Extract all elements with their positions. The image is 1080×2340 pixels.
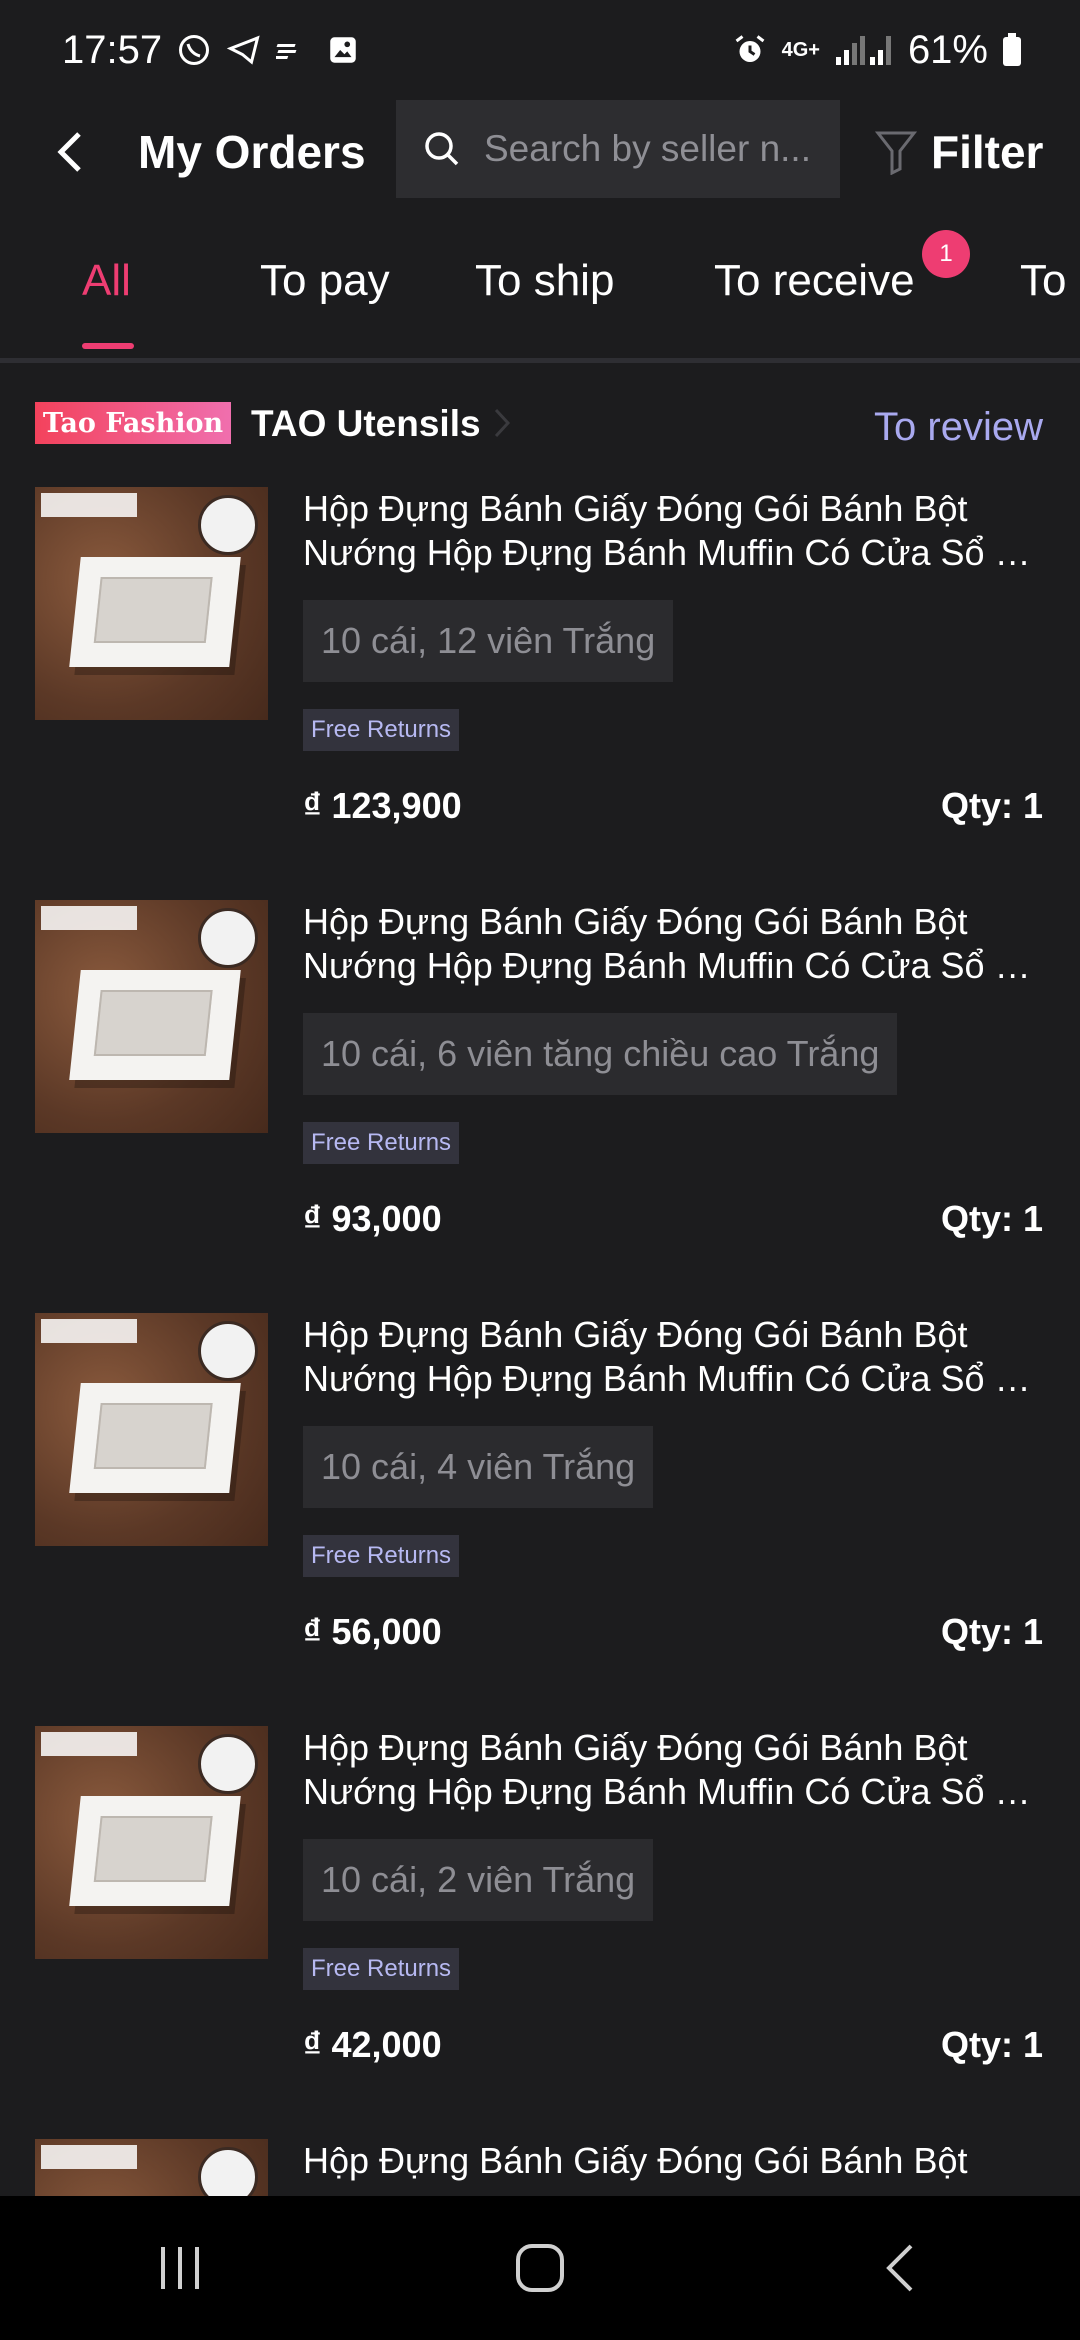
tab-to-review[interactable]: To bbox=[1020, 256, 1066, 306]
back-icon bbox=[886, 2244, 913, 2292]
tab-to-ship[interactable]: To ship bbox=[475, 256, 614, 306]
product-image[interactable] bbox=[35, 487, 268, 720]
battery-level: 61% bbox=[907, 27, 988, 72]
alarm-icon bbox=[732, 32, 768, 68]
shop-header: Tao Fashion TAO Utensils To review bbox=[0, 395, 1080, 455]
variant-label: 10 cái, 2 viên Trắng bbox=[303, 1839, 654, 1921]
variant-label: 10 cái, 4 viên Trắng bbox=[303, 1426, 654, 1508]
variant-label: 10 cái, 12 viên Trắng bbox=[303, 600, 674, 682]
free-returns-badge: Free Returns bbox=[303, 1122, 460, 1164]
gallery-icon bbox=[326, 33, 360, 67]
shop-name[interactable]: TAO Utensils bbox=[251, 403, 481, 445]
back-button[interactable] bbox=[0, 100, 140, 204]
product-title-line-1: Hộp Đựng Bánh Giấy Đóng Gói Bánh Bột bbox=[303, 1314, 968, 1355]
filter-icon bbox=[875, 131, 917, 175]
variant-label: 10 cái, 6 viên tăng chiều cao Trắng bbox=[303, 1013, 898, 1095]
product-title-line-1: Hộp Đựng Bánh Giấy Đóng Gói Bánh Bột bbox=[303, 488, 968, 529]
product-title-line-2: Nướng Hộp Đựng Bánh Muffin Có Cửa Sổ H..… bbox=[303, 1358, 1045, 1399]
to-review-link[interactable]: To review bbox=[874, 405, 1043, 450]
divider bbox=[0, 358, 1080, 363]
tab-to-pay[interactable]: To pay bbox=[260, 256, 390, 306]
price: ₫ 93,000 bbox=[303, 1198, 442, 1239]
price: ₫ 42,000 bbox=[303, 2024, 442, 2065]
recent-apps-icon bbox=[161, 2247, 199, 2289]
product-title[interactable]: Hộp Đựng Bánh Giấy Đóng Gói Bánh Bột Nướ… bbox=[303, 900, 1045, 988]
order-item[interactable]: Hộp Đựng Bánh Giấy Đóng Gói Bánh Bột Nướ… bbox=[0, 900, 1080, 1313]
product-image[interactable] bbox=[35, 1726, 268, 1959]
product-image[interactable] bbox=[35, 2139, 268, 2196]
shop-logo: Tao Fashion bbox=[35, 402, 231, 444]
order-item[interactable]: Hộp Đựng Bánh Giấy Đóng Gói Bánh Bột Nướ… bbox=[0, 1726, 1080, 2139]
status-bar: 17:57 4G+ 61% bbox=[0, 0, 1080, 100]
to-receive-count-badge: 1 bbox=[922, 230, 970, 278]
quantity: Qty: 1 bbox=[940, 2024, 1043, 2065]
page-title: My Orders bbox=[138, 126, 366, 178]
free-returns-badge: Free Returns bbox=[303, 1948, 460, 1990]
network-type: 4G+ bbox=[781, 38, 820, 61]
quantity: Qty: 1 bbox=[940, 1611, 1043, 1652]
product-title[interactable]: Hộp Đựng Bánh Giấy Đóng Gói Bánh Bột bbox=[303, 2139, 1045, 2183]
price: ₫ 56,000 bbox=[303, 1611, 442, 1652]
telegram-icon bbox=[226, 32, 262, 68]
header: My Orders Search by seller n... Filter bbox=[0, 100, 1080, 204]
free-returns-badge: Free Returns bbox=[303, 709, 460, 751]
product-title[interactable]: Hộp Đựng Bánh Giấy Đóng Gói Bánh Bột Nướ… bbox=[303, 1313, 1045, 1401]
price: ₫ 123,900 bbox=[303, 785, 462, 826]
search-icon bbox=[425, 132, 459, 166]
free-returns-badge: Free Returns bbox=[303, 1535, 460, 1577]
status-time: 17:57 bbox=[62, 27, 163, 72]
battery-icon bbox=[1002, 33, 1022, 67]
product-title-line-2: Nướng Hộp Đựng Bánh Muffin Có Cửa Sổ H..… bbox=[303, 532, 1045, 573]
filter-button[interactable]: Filter bbox=[875, 100, 1043, 204]
product-title-line-1: Hộp Đựng Bánh Giấy Đóng Gói Bánh Bột bbox=[303, 1727, 968, 1768]
tab-all[interactable]: All bbox=[82, 256, 131, 306]
signal-icon bbox=[834, 33, 894, 67]
product-title-line-1: Hộp Đựng Bánh Giấy Đóng Gói Bánh Bột bbox=[303, 901, 968, 942]
product-title[interactable]: Hộp Đựng Bánh Giấy Đóng Gói Bánh Bột Nướ… bbox=[303, 487, 1045, 575]
back-icon bbox=[57, 132, 81, 172]
order-item[interactable]: Hộp Đựng Bánh Giấy Đóng Gói Bánh Bột bbox=[0, 2139, 1080, 2196]
filter-label: Filter bbox=[931, 126, 1044, 178]
product-image[interactable] bbox=[35, 900, 268, 1133]
product-title-line-2: Nướng Hộp Đựng Bánh Muffin Có Cửa Sổ H..… bbox=[303, 945, 1045, 986]
search-placeholder: Search by seller n... bbox=[484, 128, 811, 169]
order-item[interactable]: Hộp Đựng Bánh Giấy Đóng Gói Bánh Bột Nướ… bbox=[0, 487, 1080, 900]
home-icon bbox=[516, 2244, 564, 2292]
active-tab-indicator bbox=[82, 343, 134, 349]
recent-apps-button[interactable] bbox=[120, 2218, 240, 2318]
quantity: Qty: 1 bbox=[940, 1198, 1043, 1239]
order-tabs: All To pay To ship To receive 1 To bbox=[0, 230, 1080, 358]
search-input[interactable]: Search by seller n... bbox=[396, 100, 840, 198]
product-image[interactable] bbox=[35, 1313, 268, 1546]
quantity: Qty: 1 bbox=[940, 785, 1043, 826]
product-title-line-1: Hộp Đựng Bánh Giấy Đóng Gói Bánh Bột bbox=[303, 2140, 968, 2181]
wind-icon bbox=[276, 32, 312, 68]
back-button-system[interactable] bbox=[840, 2218, 960, 2318]
system-nav-bar bbox=[0, 2196, 1080, 2340]
product-title-line-2: Nướng Hộp Đựng Bánh Muffin Có Cửa Sổ H..… bbox=[303, 1771, 1045, 1812]
whatsapp-icon bbox=[176, 32, 212, 68]
chevron-right-icon[interactable] bbox=[493, 407, 511, 439]
home-button[interactable] bbox=[480, 2218, 600, 2318]
tab-to-receive[interactable]: To receive bbox=[714, 256, 915, 306]
order-item[interactable]: Hộp Đựng Bánh Giấy Đóng Gói Bánh Bột Nướ… bbox=[0, 1313, 1080, 1726]
product-title[interactable]: Hộp Đựng Bánh Giấy Đóng Gói Bánh Bột Nướ… bbox=[303, 1726, 1045, 1814]
